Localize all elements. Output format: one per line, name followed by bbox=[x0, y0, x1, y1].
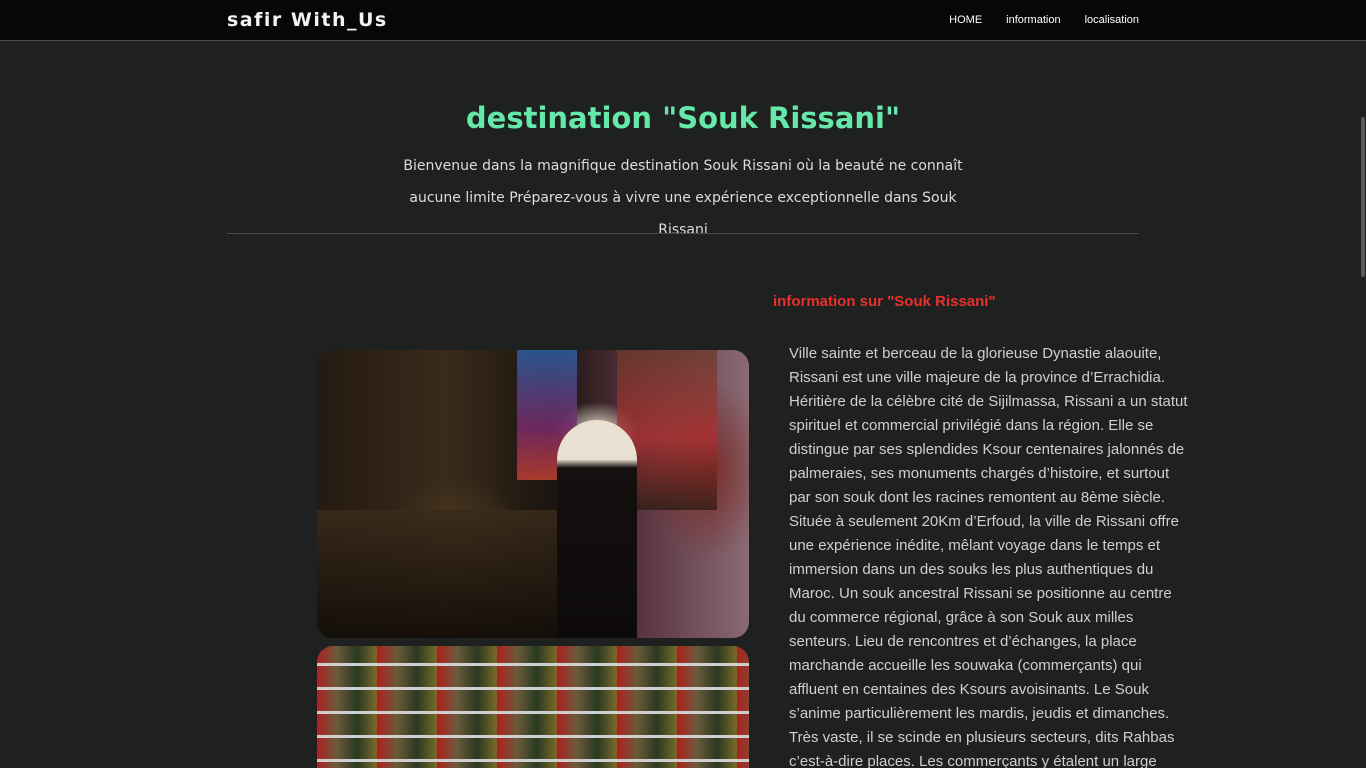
page-intro: Bienvenue dans la magnifique destination… bbox=[403, 158, 963, 238]
spice-shelves-photo bbox=[317, 646, 749, 768]
nav-link-localisation[interactable]: localisation bbox=[1085, 14, 1139, 26]
nav-link-home[interactable]: HOME bbox=[949, 14, 982, 26]
info-heading: information sur "Souk Rissani" bbox=[773, 293, 996, 310]
nav-links: HOME information localisation bbox=[949, 14, 1139, 26]
scrollbar-thumb[interactable] bbox=[1361, 117, 1365, 277]
brand-logo[interactable]: safir With_Us bbox=[227, 9, 388, 31]
section-divider bbox=[227, 233, 1139, 234]
navbar: safir With_Us HOME information localisat… bbox=[0, 0, 1366, 41]
vendor-figure bbox=[557, 420, 637, 638]
page-title: destination "Souk Rissani" bbox=[465, 101, 901, 135]
souk-market-photo bbox=[317, 350, 749, 638]
nav-link-information[interactable]: information bbox=[1006, 14, 1060, 26]
info-paragraph: Ville sainte et berceau de la glorieuse … bbox=[789, 345, 1188, 768]
spice-sacks bbox=[317, 510, 557, 638]
